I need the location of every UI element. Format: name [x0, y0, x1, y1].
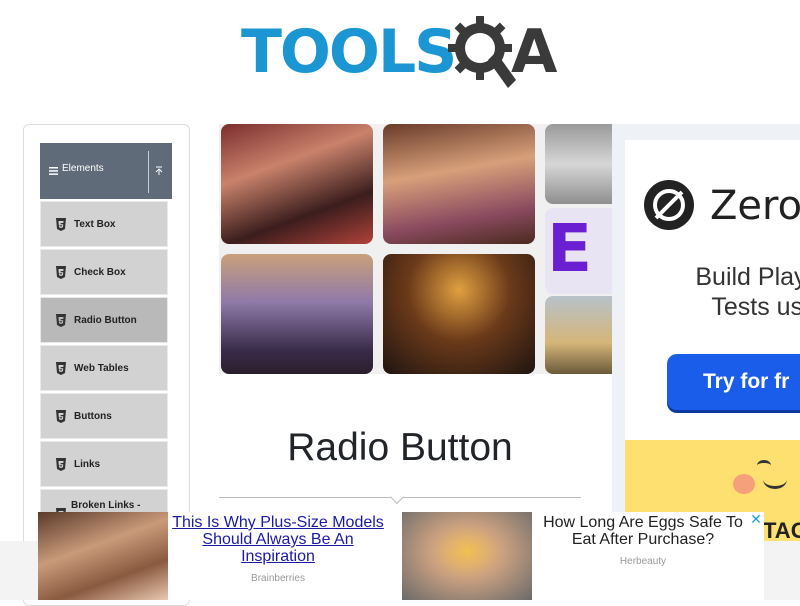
sidebar-item-radio-button[interactable]: Radio Button: [40, 297, 168, 343]
bottom-ad-headline-left[interactable]: This Is Why Plus-Size Models Should Alwa…: [170, 514, 386, 565]
ad-image-cartoon-girl[interactable]: [383, 124, 535, 244]
bottom-ad-source-left: Brainberries: [251, 573, 305, 584]
face-mouth: [763, 470, 787, 489]
header-divider: [148, 151, 149, 193]
title-divider-notch: [389, 489, 405, 505]
html5-icon: [56, 218, 66, 231]
side-ad-headline: Build Playw Tests usi: [660, 262, 800, 322]
toolsqa-logo[interactable]: TOOLS A: [241, 14, 566, 90]
html5-icon: [56, 458, 66, 471]
sidebar-item-buttons[interactable]: Buttons: [40, 393, 168, 439]
bottom-ad-source-right: Herbeauty: [619, 556, 667, 567]
ad-image-samurai-woman[interactable]: [221, 124, 373, 244]
sidebar-item-label: Links: [74, 459, 101, 470]
side-ad-brand: Zero: [710, 183, 800, 229]
sidebar-item-label: Check Box: [74, 267, 126, 278]
ad-image-statue[interactable]: [545, 124, 613, 204]
bottom-ad-image-model[interactable]: [38, 512, 168, 600]
ad-image-grid[interactable]: E: [219, 124, 613, 374]
ad-image-letter[interactable]: E: [545, 208, 613, 294]
sidebar-item-label: Web Tables: [74, 363, 129, 374]
close-icon[interactable]: ✕: [748, 512, 764, 528]
sidebar-item-web-tables[interactable]: Web Tables: [40, 345, 168, 391]
ad-image-cheese[interactable]: [545, 296, 613, 374]
sidebar-item-label: Broken Links -: [71, 500, 141, 511]
bottom-ad-headline-right[interactable]: How Long Are Eggs Safe To Eat After Purc…: [538, 514, 748, 548]
gear-magnifier-icon: [448, 16, 516, 88]
html5-icon: [56, 362, 66, 375]
collapse-up-icon[interactable]: [154, 165, 164, 177]
html5-icon: [56, 314, 66, 327]
logo-text-a: A: [511, 17, 558, 87]
ad-letter: E: [547, 210, 593, 287]
sidebar-group-elements[interactable]: Elements: [40, 143, 172, 199]
sidebar-menu-list: Text Box Check Box Radio Button Web Tabl…: [40, 201, 170, 537]
sidebar-item-label: Text Box: [74, 219, 116, 230]
sidebar-item-label: Radio Button: [74, 315, 137, 326]
side-ad-cta-label: Try for fr: [703, 370, 790, 393]
ad-image-city-street[interactable]: [221, 254, 373, 374]
face-cheek: [733, 474, 755, 494]
zerostep-logo-icon: [644, 180, 694, 230]
sidebar-item-text-box[interactable]: Text Box: [40, 201, 168, 247]
hamburger-icon: [49, 167, 58, 175]
bottom-ad[interactable]: This Is Why Plus-Size Models Should Alwa…: [38, 512, 764, 600]
logo-text: TOOLS: [241, 17, 457, 87]
html5-icon: [56, 266, 66, 279]
sidebar-item-links[interactable]: Links: [40, 441, 168, 487]
sidebar-item-label: Buttons: [74, 411, 112, 422]
page-title: Radio Button: [287, 426, 513, 469]
side-ad-headline-line2: Tests usi: [711, 293, 800, 321]
side-ad-cta-button[interactable]: Try for fr: [667, 354, 800, 410]
bottom-ad-image-egg[interactable]: [402, 512, 532, 600]
side-ad[interactable]: Zero Build Playw Tests usi Try for fr TA…: [612, 124, 800, 544]
ad-image-cartoon-couple[interactable]: [383, 254, 535, 374]
html5-icon: [56, 410, 66, 423]
sidebar-group-label: Elements: [62, 163, 104, 174]
side-ad-headline-line1: Build Playw: [695, 263, 800, 291]
sidebar-item-check-box[interactable]: Check Box: [40, 249, 168, 295]
